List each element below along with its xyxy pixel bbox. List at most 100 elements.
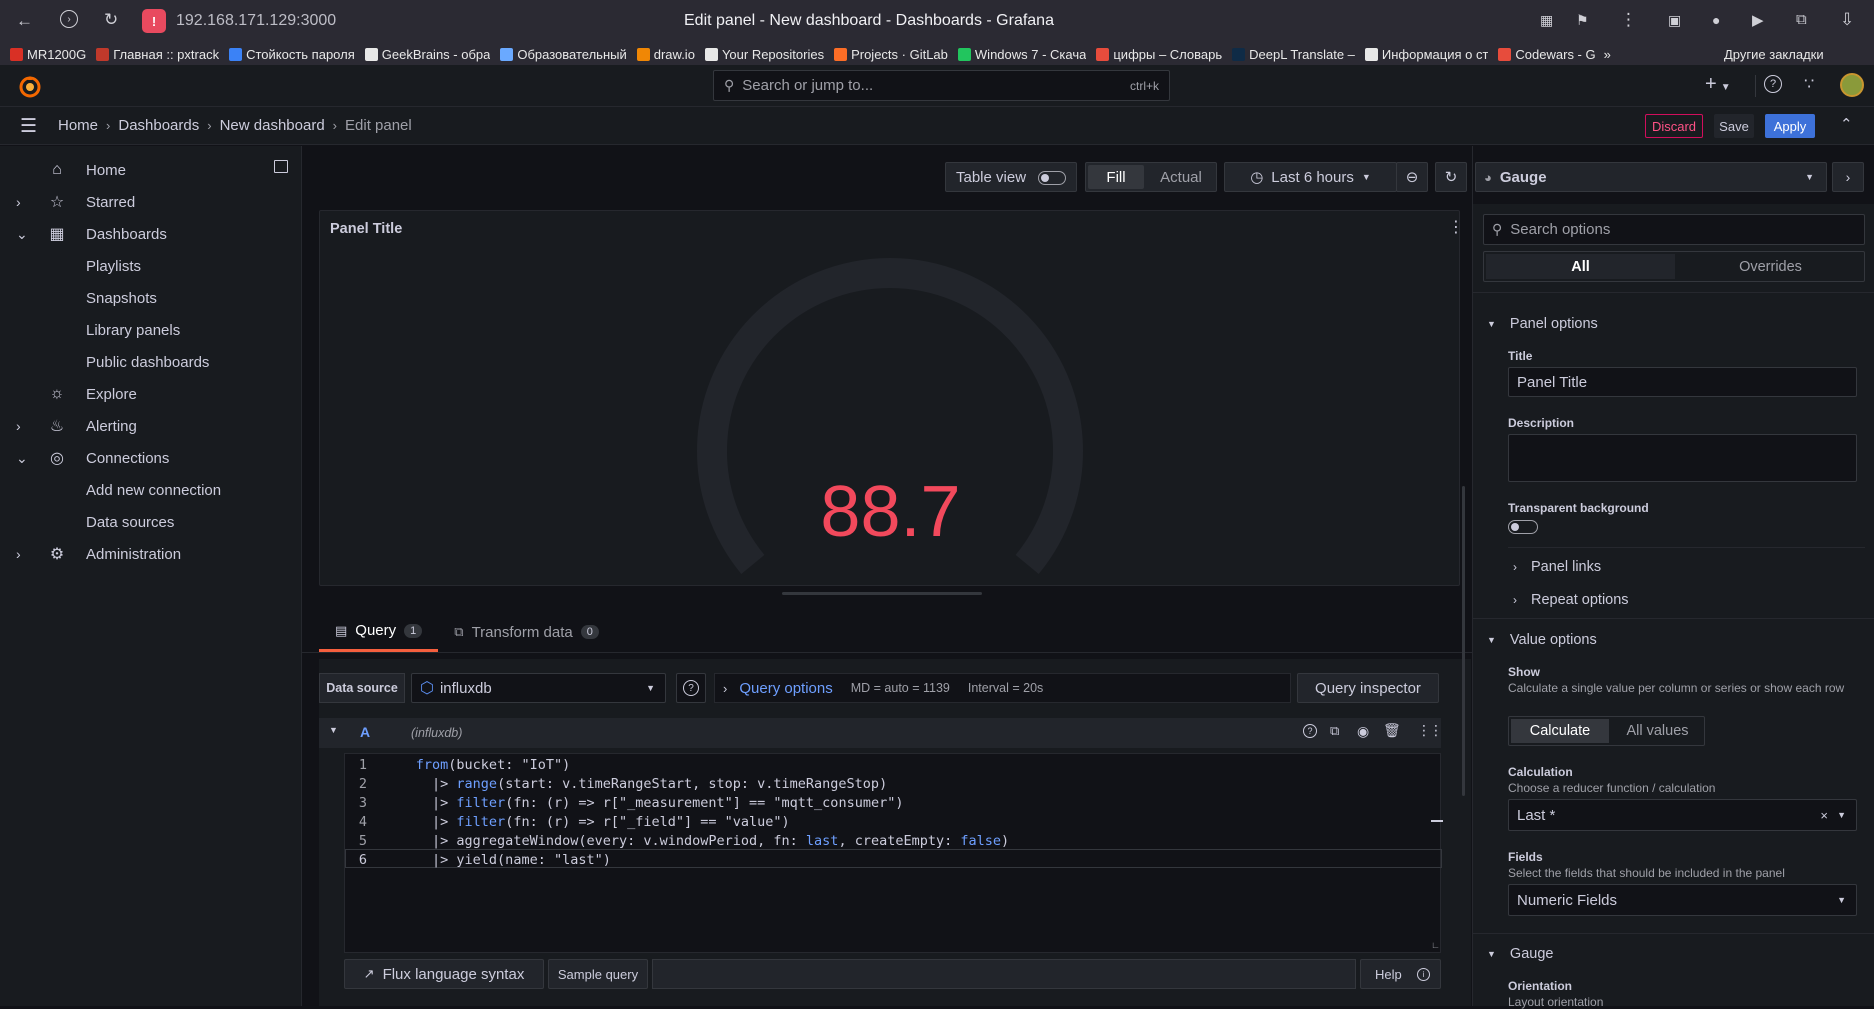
bookmark-item[interactable]: Projects · GitLab [834,47,948,62]
bookmark-item[interactable]: Your Repositories [704,47,824,62]
bookmark-item[interactable]: Windows 7 - Скача [957,47,1086,62]
drag-handle-icon[interactable]: ⋮⋮ [1417,722,1443,739]
help-icon[interactable]: ? [1764,75,1782,93]
resize-grip-icon[interactable]: ∟ [1431,940,1440,950]
bookmark-item[interactable]: MR1200G [10,47,86,62]
reload-icon[interactable]: ↻ [104,10,118,30]
tab-all[interactable]: All [1486,254,1675,279]
media-play-icon[interactable]: ▶ [1752,11,1764,29]
clear-icon[interactable]: × [1820,808,1828,823]
other-bookmarks[interactable]: Другие закладки [1724,47,1824,62]
table-view-toggle[interactable]: Table view [945,162,1077,192]
bookmark-item[interactable]: draw.io [636,47,695,62]
news-rss-icon[interactable]: ∵ [1804,74,1814,94]
tab-transform[interactable]: ⧉ Transform data 0 [438,612,615,652]
toggle-switch[interactable] [1038,171,1066,185]
sidebar-item-administration[interactable]: › ⚙ Administration [0,539,300,569]
back-arrow-icon[interactable]: ← [16,11,33,31]
visualization-picker[interactable]: ◕ Gauge ▼ [1475,162,1827,192]
bookmark-item[interactable]: Образовательный [500,47,627,62]
grafana-logo-icon[interactable] [18,75,42,99]
sidebar-item-library-panels[interactable]: Library panels [0,315,300,345]
sidebar-item-dashboards[interactable]: ⌄ ▦ Dashboards [0,219,300,249]
extension-icon[interactable]: ● [1712,12,1720,28]
sidebar-item-public-dashboards[interactable]: Public dashboards [0,347,300,377]
translate-icon[interactable]: ▦ [1540,12,1553,29]
query-options-bar[interactable]: › Query options MD = auto = 1139 Interva… [714,673,1291,703]
sidebar-item-connections[interactable]: ⌄ ◎ Connections [0,443,300,473]
bookmark-item[interactable]: Информация о ст [1364,47,1488,62]
datasource-help-button[interactable]: ? [676,673,706,703]
panel-links-header[interactable]: › Panel links [1513,559,1601,575]
chevron-right-icon[interactable]: › [16,194,21,210]
sidebar-item-data-sources[interactable]: Data sources [0,507,300,537]
save-button[interactable]: Save [1714,114,1754,138]
value-options-header[interactable]: ▼ Value options [1487,632,1597,648]
query-ref-id[interactable]: A [360,724,370,740]
query-row-header[interactable]: ▼ A (influxdb) ? ⧉ ◉ 🗑 ⋮⋮ [319,718,1443,748]
sidebar-item-home[interactable]: ⌂ Home [0,155,300,185]
duplicate-icon[interactable]: ⧉ [1330,723,1339,739]
forward-disabled-icon[interactable]: › [60,10,78,28]
transparent-bg-toggle[interactable] [1508,520,1538,534]
global-search-input[interactable]: ⚲ Search or jump to... ctrl+k [713,70,1170,101]
flux-syntax-button[interactable]: ↗ Flux language syntax [344,959,544,989]
refresh-button[interactable]: ↻ [1435,162,1467,192]
bookmark-icon[interactable]: ⚑ [1576,12,1589,29]
chevron-right-icon[interactable]: › [16,546,21,562]
apply-button[interactable]: Apply [1765,114,1815,138]
sample-query-dropdown[interactable] [652,959,1356,989]
zoom-out-button[interactable]: ⊖ [1396,162,1428,192]
more-bookmarks-icon[interactable]: » [1604,47,1611,62]
eye-icon[interactable]: ◉ [1357,723,1369,740]
tabs-icon[interactable]: ⧉ [1796,11,1807,28]
user-avatar[interactable] [1840,73,1864,97]
crumb-new-dashboard[interactable]: New dashboard [220,117,325,134]
all-values-option[interactable]: All values [1611,717,1704,745]
chevron-down-icon[interactable]: ⌄ [16,450,28,467]
collapse-options-button[interactable]: › [1832,162,1864,192]
bookmark-item[interactable]: DeepL Translate – [1232,47,1355,62]
address-bar[interactable]: 192.168.171.129:3000 [176,12,336,30]
query-inspector-button[interactable]: Query inspector [1297,673,1439,703]
crumb-home[interactable]: Home [58,117,98,134]
help-button[interactable]: Help i [1360,959,1441,989]
sample-query-select[interactable]: Sample query [548,959,648,989]
bookmark-item[interactable]: Главная :: pxtrack [96,47,219,62]
menu-dots-icon[interactable]: ⋮ [1620,10,1637,30]
sidebar-item-add-new-connection[interactable]: Add new connection [0,475,300,505]
bookmark-item[interactable]: Codewars - G [1498,47,1596,62]
panel-resize-handle[interactable] [782,592,982,595]
add-new-button[interactable]: + ▼ [1705,73,1731,96]
help-icon[interactable]: ? [1303,724,1317,738]
sidebar-item-starred[interactable]: › ☆ Starred [0,187,300,217]
panel-title-input[interactable]: Panel Title [1508,367,1857,397]
repeat-options-header[interactable]: › Repeat options [1513,592,1629,608]
description-textarea[interactable] [1508,434,1857,482]
bookmark-item[interactable]: Стойкость пароля [229,47,355,62]
download-icon[interactable]: ⇩ [1840,10,1854,30]
cast-icon[interactable]: ▣ [1668,12,1681,29]
tab-overrides[interactable]: Overrides [1677,252,1864,281]
collapse-chevron-up-icon[interactable]: ⌃ [1840,115,1853,133]
chevron-down-icon[interactable]: ⌄ [16,226,28,243]
datasource-picker[interactable]: ⬡ influxdb ▼ [411,673,666,703]
sidebar-item-alerting[interactable]: › ♨ Alerting [0,411,300,441]
collapse-chevron-icon[interactable]: ▼ [329,725,338,735]
vertical-splitter[interactable] [1462,486,1465,796]
flux-code-editor[interactable]: 1 from(bucket: "IoT") 2 |> range(start: v… [344,753,1443,953]
actual-option[interactable]: Actual [1146,163,1216,191]
trash-icon[interactable]: 🗑 [1383,722,1401,739]
calculation-select[interactable]: Last * × ▼ [1508,799,1857,831]
fill-option[interactable]: Fill [1088,165,1144,189]
insecure-warning-icon[interactable]: ! [142,9,166,33]
sidebar-item-snapshots[interactable]: Snapshots [0,283,300,313]
chevron-right-icon[interactable]: › [16,418,21,434]
tab-query[interactable]: ▤ Query 1 [319,612,439,652]
fields-select[interactable]: Numeric Fields ▼ [1508,884,1857,916]
panel-options-header[interactable]: ▼ Panel options [1487,316,1598,332]
calculate-option[interactable]: Calculate [1511,719,1609,743]
sidebar-item-playlists[interactable]: Playlists [0,251,300,281]
options-search-input[interactable]: ⚲ Search options [1483,214,1865,245]
bookmark-item[interactable]: GeekBrains - обра [364,47,490,62]
